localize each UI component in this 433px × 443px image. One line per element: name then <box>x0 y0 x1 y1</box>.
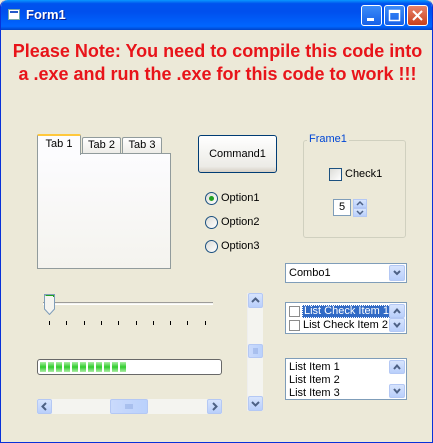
tab-3[interactable]: Tab 3 <box>122 137 162 154</box>
list-item-3[interactable]: List Item 3 <box>289 387 340 400</box>
scroll-right-button[interactable] <box>207 399 222 414</box>
progress-block <box>56 362 62 372</box>
frame1 <box>303 140 406 238</box>
progress-bar <box>37 359 222 375</box>
progress-block <box>64 362 70 372</box>
list-scroll-down[interactable] <box>389 384 405 398</box>
progress-block <box>80 362 86 372</box>
chevron-down-icon <box>356 210 364 216</box>
listbox[interactable]: List Item 1 List Item 2 List Item 3 <box>285 358 407 400</box>
tab-2[interactable]: Tab 2 <box>82 137 121 154</box>
window-icon[interactable] <box>8 9 20 20</box>
scroll-down-button[interactable] <box>248 396 263 411</box>
spin-up-button[interactable] <box>353 199 367 208</box>
frame1-title: Frame1 <box>307 133 349 145</box>
slider-track[interactable] <box>43 302 213 305</box>
close-icon <box>412 10 423 21</box>
slider-tick <box>100 321 102 325</box>
slider-tick <box>170 321 172 325</box>
option1-radio[interactable]: Option1 <box>205 192 295 206</box>
radio-dot <box>205 240 218 253</box>
check1-checkbox[interactable] <box>329 168 342 181</box>
grip-icon <box>253 348 258 354</box>
list-check-box-2[interactable] <box>289 320 300 331</box>
slider-tick <box>187 321 189 325</box>
slider-tick <box>83 321 85 325</box>
radio-dot <box>205 216 218 229</box>
chevron-up-icon <box>393 363 401 370</box>
horizontal-scrollbar[interactable] <box>37 399 222 414</box>
list-item-2[interactable]: List Item 2 <box>289 374 340 387</box>
chevron-up-icon <box>393 307 401 314</box>
slider-tick <box>66 321 68 325</box>
progress-block <box>112 362 118 372</box>
progress-block <box>104 362 110 372</box>
option2-radio[interactable]: Option2 <box>205 216 295 230</box>
progress-block <box>72 362 78 372</box>
slider-tick <box>49 321 50 325</box>
spin-value-field[interactable]: 5 <box>333 199 351 216</box>
slider-tick <box>204 321 206 325</box>
horizontal-scroll-thumb[interactable] <box>110 399 148 414</box>
chevron-left-icon <box>41 402 47 411</box>
scroll-left-button[interactable] <box>37 399 52 414</box>
check-listbox[interactable]: List Check Item 1 List Check Item 2 <box>285 302 407 334</box>
window-title: Form1 <box>26 7 66 22</box>
slider-tick <box>118 321 120 325</box>
tab-1[interactable]: Tab 1 <box>37 134 81 155</box>
progress-block <box>40 362 46 372</box>
option3-radio[interactable]: Option3 <box>205 240 295 254</box>
spin-down-button[interactable] <box>353 208 367 217</box>
slider-tick <box>135 321 137 325</box>
chevron-down-icon <box>393 322 401 329</box>
minimize-button[interactable] <box>361 5 382 26</box>
list-item-1[interactable]: List Item 1 <box>289 361 340 374</box>
progress-block <box>96 362 102 372</box>
slider-thumb[interactable] <box>44 294 55 315</box>
chevron-down-icon <box>393 388 401 395</box>
progress-fill <box>40 362 128 372</box>
combo1-dropdown[interactable]: Combo1 <box>285 263 407 283</box>
chevron-right-icon <box>212 402 218 411</box>
scroll-up-button[interactable] <box>248 293 263 308</box>
grip-icon <box>125 404 133 409</box>
chevron-down-icon <box>251 401 260 407</box>
list-check-item-2[interactable]: List Check Item 2 <box>303 319 388 332</box>
option1-label: Option1 <box>221 192 260 204</box>
chevron-up-icon <box>356 200 364 206</box>
progress-block <box>120 362 126 372</box>
compile-warning: Please Note: You need to compile this co… <box>12 41 423 84</box>
list-scroll-up[interactable] <box>389 360 405 374</box>
maximize-icon <box>388 9 401 22</box>
chevron-up-icon <box>251 297 260 303</box>
combo-dropdown-button[interactable] <box>389 265 405 281</box>
check1-label: Check1 <box>345 168 383 180</box>
vertical-scroll-thumb[interactable] <box>248 344 263 358</box>
option3-label: Option3 <box>221 240 260 252</box>
slider-tick <box>152 321 154 325</box>
tab-panel <box>37 153 171 269</box>
command1-button[interactable]: Command1 <box>198 135 277 173</box>
minimize-icon <box>367 18 374 21</box>
progress-block <box>48 362 54 372</box>
chevron-down-icon <box>393 270 401 276</box>
check-list-scroll-down[interactable] <box>389 318 405 332</box>
maximize-button[interactable] <box>384 5 405 26</box>
radio-dot <box>205 192 218 205</box>
progress-block <box>88 362 94 372</box>
title-bar[interactable]: Form1 <box>1 0 432 30</box>
option2-label: Option2 <box>221 216 260 228</box>
vertical-scrollbar[interactable] <box>247 293 263 411</box>
close-button[interactable] <box>407 5 428 26</box>
main-window: Form1 Please Note: You need to compile t… <box>0 0 433 443</box>
list-check-box-1[interactable] <box>289 306 300 317</box>
combo1-value: Combo1 <box>289 267 331 279</box>
list-check-item-1[interactable]: List Check Item 1 <box>302 305 391 318</box>
check-list-scroll-up[interactable] <box>389 304 405 318</box>
